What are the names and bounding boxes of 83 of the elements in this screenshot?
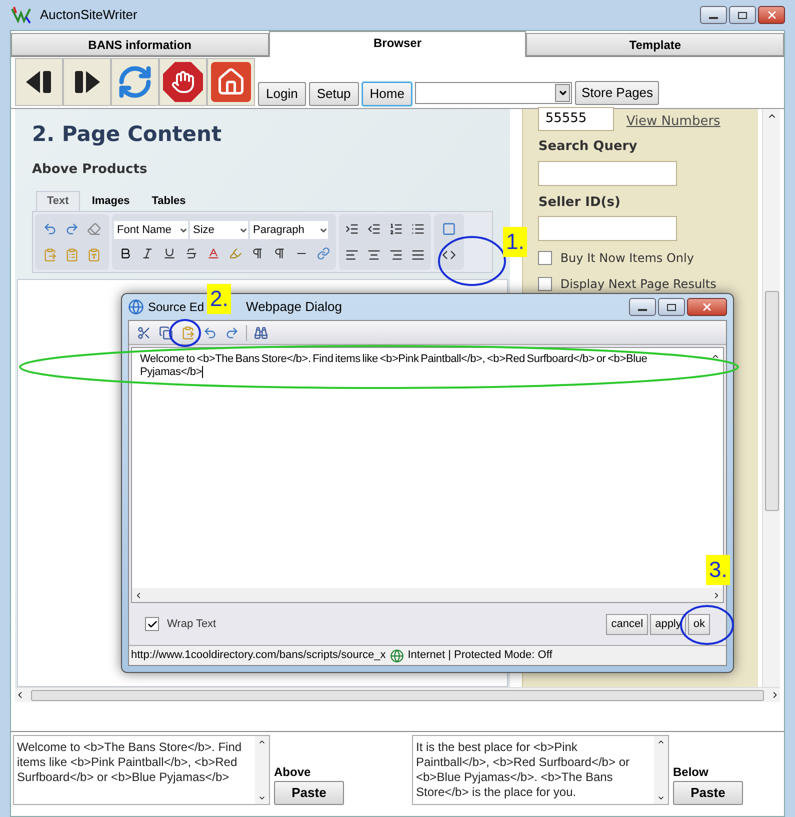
scroll-up-icon (258, 738, 266, 746)
minimize-button[interactable] (700, 6, 727, 24)
back-button[interactable] (15, 58, 63, 106)
scroll-up-icon (710, 352, 720, 361)
refresh-icon (117, 64, 153, 100)
minimize-button[interactable] (629, 298, 656, 316)
check-icon (146, 618, 158, 630)
caret-icon (319, 226, 328, 234)
home-button[interactable] (207, 58, 255, 106)
paste-button[interactable]: Paste (673, 781, 743, 805)
scroll-thumb[interactable] (764, 291, 779, 511)
paste-button[interactable]: Paste (274, 781, 344, 805)
back-arrow-icon (24, 69, 54, 95)
editor-tab[interactable]: Images (82, 191, 140, 211)
horizontal-scrollbar[interactable] (132, 588, 723, 602)
caret-icon (179, 226, 188, 234)
tab[interactable]: Browser (268, 31, 526, 57)
checkbox-label: Wrap Text (167, 616, 218, 632)
format-select[interactable]: Size (190, 221, 248, 239)
paste-label: Below (673, 764, 710, 781)
scroll-right-icon (712, 590, 721, 600)
checkbox-label: Display Next Page Results (560, 276, 716, 293)
step-number: 1. (503, 227, 528, 257)
highlight-circle (168, 318, 202, 348)
forward-button[interactable] (63, 58, 111, 106)
text-area[interactable]: It is the best place for <b>Pink Paintball</b>, <b>Red Surfboard</b> or <b>Blue Pyjamas</b>. <b>The Bans Store</b> is the place for you. (412, 735, 669, 805)
status-zone: Internet | Protected Mode: Off (408, 648, 552, 664)
search-query-field[interactable] (538, 160, 678, 186)
wrap-text-checkbox[interactable] (145, 617, 159, 631)
horizontal-scrollbar[interactable] (15, 687, 780, 702)
dialog-title: Webpage Dialog (246, 298, 343, 316)
close-icon (766, 9, 778, 21)
store-pages-button[interactable]: Store Pages (575, 81, 660, 105)
seller-id-field[interactable] (538, 216, 678, 241)
tab[interactable]: BANS information (11, 33, 269, 56)
checkbox[interactable] (538, 251, 552, 265)
scroll-up-icon (657, 738, 665, 746)
page-heading: 2. Page Content (32, 121, 223, 148)
dialog-button[interactable]: ok (688, 614, 710, 634)
checkbox-label: Buy It Now Items Only (560, 250, 694, 267)
text-area[interactable]: Welcome to <b>The Bans Store</b>. Find items like <b>Pink Paintball</b>, <b>Red Surfboard</b> or <b>Blue Pyjamas</b> (13, 735, 270, 805)
dialog-title: Source Ed (148, 299, 204, 316)
stop-button[interactable] (159, 58, 207, 106)
field-label: Seller ID(s) (538, 194, 622, 212)
step-number: 3. (706, 555, 730, 585)
toolbar-button[interactable]: Home (362, 82, 412, 106)
editor-tab[interactable]: Tables (142, 191, 196, 211)
checkbox[interactable] (538, 277, 552, 291)
maximize-button[interactable] (729, 6, 756, 24)
browser-icon (128, 299, 144, 315)
scroll-down-icon (258, 794, 266, 802)
house-icon (211, 62, 251, 102)
caret-icon (239, 226, 248, 234)
scroll-thumb[interactable] (31, 690, 764, 700)
toolbar-button[interactable]: Login (258, 82, 306, 106)
window-title: AuctonSiteWriter (40, 6, 138, 24)
maximize-button[interactable] (658, 298, 685, 316)
paste-label: Above (274, 764, 312, 781)
app-logo-icon (10, 5, 32, 25)
step-number: 2. (207, 284, 232, 314)
close-button[interactable] (687, 298, 727, 316)
format-select[interactable]: Font Name (114, 221, 188, 239)
dialog-button[interactable]: apply (650, 614, 686, 634)
vertical-scrollbar[interactable] (762, 109, 780, 687)
close-button[interactable] (758, 6, 785, 24)
format-select[interactable]: Paragraph (250, 221, 328, 239)
forward-arrow-icon (72, 69, 102, 95)
number-field[interactable]: 55555 (538, 107, 614, 131)
globe-icon (390, 648, 404, 662)
tab[interactable]: Template (526, 33, 784, 56)
highlight-circle (437, 235, 507, 287)
field-label: Search Query (538, 138, 638, 156)
toolbar-button[interactable]: Setup (308, 82, 359, 106)
status-url: http://www.1cooldirectory.com/bans/scripts/source_x (131, 648, 386, 664)
close-icon (701, 301, 713, 313)
editor-tab[interactable]: Text (36, 191, 80, 211)
section-heading: Above Products (32, 160, 148, 178)
highlight-circle (679, 604, 735, 646)
view-numbers-link[interactable]: View Numbers (626, 112, 720, 131)
scroll-down-icon (657, 794, 665, 802)
dialog-button[interactable]: cancel (606, 614, 648, 634)
scroll-left-icon (134, 590, 143, 600)
stop-hand-icon (163, 62, 203, 102)
